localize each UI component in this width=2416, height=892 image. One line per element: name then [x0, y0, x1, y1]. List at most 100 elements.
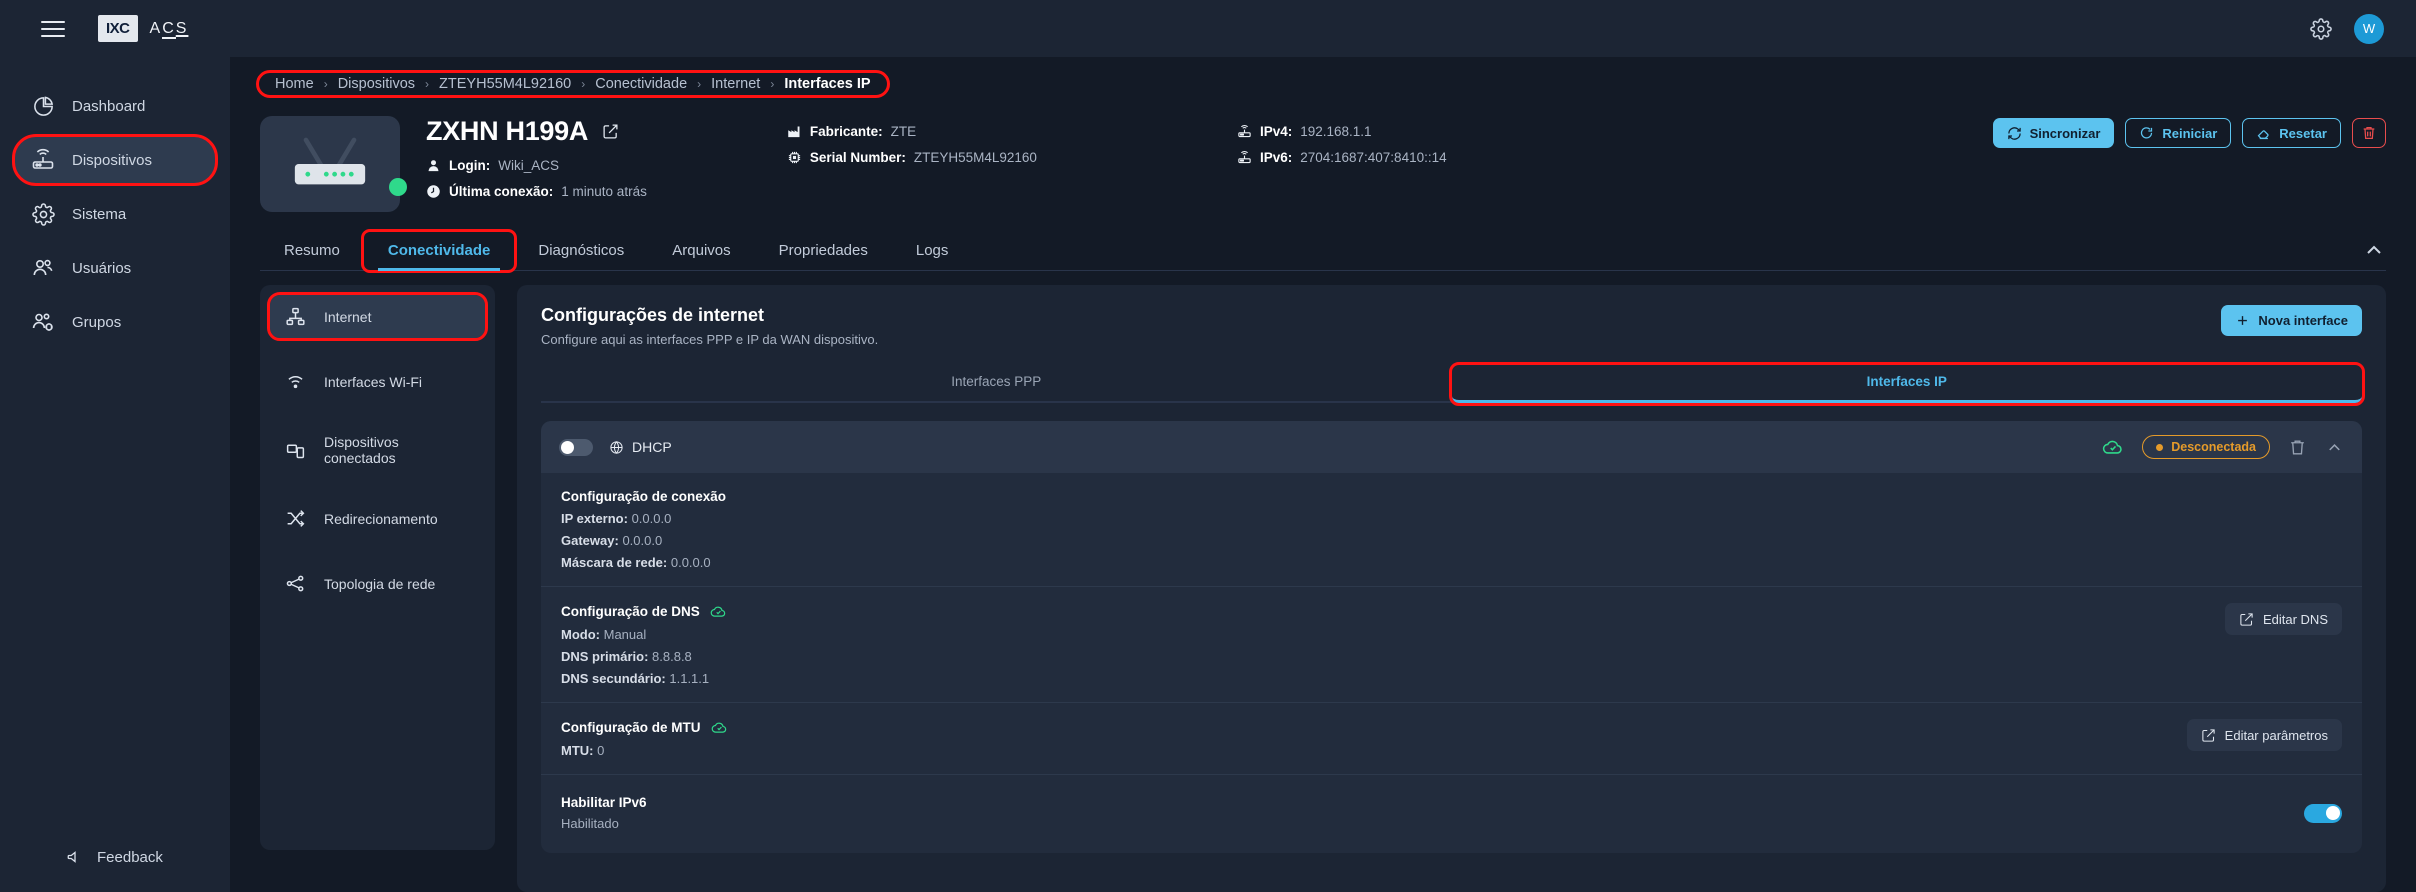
- sidebar-item-label: Sistema: [72, 205, 127, 223]
- avatar[interactable]: W: [2354, 13, 2384, 44]
- tab-label: Propriedades: [778, 242, 868, 259]
- tab-propriedades[interactable]: Propriedades: [755, 232, 892, 270]
- new-interface-button[interactable]: Nova interface: [2221, 305, 2362, 336]
- page-title: ZXHN H199A: [426, 116, 589, 146]
- sidebar-item-grupos[interactable]: Grupos: [14, 298, 216, 346]
- row-modo: Modo: Manual: [561, 627, 727, 642]
- trash-icon[interactable]: [2288, 438, 2307, 457]
- breadcrumb-item-serial[interactable]: ZTEYH55M4L92160: [439, 76, 571, 92]
- device-hardware-info: Fabricante: ZTE Serial Number: ZTEYH55M4…: [787, 116, 1037, 199]
- row-key: DNS secundário:: [561, 671, 666, 686]
- last-connection-value: 1 minuto atrás: [561, 184, 647, 199]
- sidebar-item-label: Grupos: [72, 313, 122, 331]
- breadcrumb-item-conectividade[interactable]: Conectividade: [595, 76, 687, 92]
- row-value: 0.0.0.0: [631, 511, 672, 526]
- subnav-item-topologia-de-rede[interactable]: Topologia de rede: [270, 562, 485, 605]
- restart-button[interactable]: Reiniciar: [2125, 118, 2232, 148]
- section-title: Habilitar IPv6: [561, 795, 647, 810]
- edit-parameters-button[interactable]: Editar parâmetros: [2186, 719, 2342, 751]
- cloud-check-icon: [2103, 440, 2122, 454]
- new-interface-label: Nova interface: [2258, 313, 2348, 328]
- row-dns-primario: DNS primário: 8.8.8.8: [561, 649, 727, 664]
- subnav-item-interfaces-wifi[interactable]: Interfaces Wi-Fi: [270, 360, 485, 403]
- chevron-up-icon[interactable]: [2325, 438, 2344, 457]
- interface-enable-toggle[interactable]: [559, 438, 593, 456]
- feedback-button[interactable]: Feedback: [0, 844, 230, 870]
- row-key: Máscara de rede:: [561, 555, 668, 570]
- sidebar-item-label: Usuários: [72, 259, 132, 277]
- status-dot: [2156, 443, 2164, 451]
- status-badge: Desconectada: [2142, 435, 2270, 459]
- panel-title: Configurações de internet: [541, 305, 765, 325]
- tab-resumo[interactable]: Resumo: [260, 232, 364, 270]
- device-actions: Sincronizar Reiniciar Resetar: [1992, 116, 2386, 199]
- section-title: Configuração de DNS: [561, 604, 700, 619]
- clock-icon: [427, 185, 440, 198]
- row-ip-externo: IP externo: 0.0.0.0: [561, 511, 726, 526]
- row-key: Gateway:: [561, 533, 619, 548]
- sidebar-item-usuarios[interactable]: Usuários: [14, 244, 216, 292]
- status-online-dot: [389, 178, 407, 196]
- tab-conectividade[interactable]: Conectividade: [360, 229, 518, 273]
- device-header: ZXHN H199A Login: Wiki_ACS Última conexã…: [230, 106, 2416, 273]
- breadcrumb-item-internet[interactable]: Internet: [711, 76, 760, 92]
- ipv6-toggle[interactable]: [2304, 803, 2342, 823]
- tab-label: Arquivos: [672, 242, 731, 259]
- reset-button[interactable]: Resetar: [2242, 118, 2341, 148]
- restart-icon: [2141, 126, 2153, 138]
- tab-arquivos[interactable]: Arquivos: [648, 232, 754, 270]
- manufacturer-label: Fabricante:: [809, 124, 883, 139]
- subnav-item-dispositivos-conectados[interactable]: Dispositivos conectados: [270, 425, 485, 475]
- sidebar-item-dispositivos[interactable]: Dispositivos: [12, 134, 218, 186]
- hamburger-icon[interactable]: [36, 12, 70, 46]
- factory-icon: [788, 126, 800, 138]
- subnav-item-redirecionamento[interactable]: Redirecionamento: [270, 497, 485, 540]
- pencil-square-icon: [2202, 728, 2215, 742]
- section-title-row: Configuração de MTU: [561, 719, 728, 736]
- interface-name: DHCP: [609, 439, 672, 455]
- tab-interfaces-ip[interactable]: Interfaces IP: [1448, 362, 2365, 406]
- tab-logs[interactable]: Logs: [892, 232, 973, 270]
- megaphone-icon: [66, 844, 84, 870]
- topology-icon: [284, 573, 306, 595]
- feedback-label: Feedback: [97, 848, 163, 866]
- subnav-item-internet[interactable]: Internet: [267, 292, 488, 341]
- edit-dns-label: Editar DNS: [2262, 611, 2328, 627]
- breadcrumb-item-home[interactable]: Home: [275, 76, 314, 92]
- sidebar-item-dashboard[interactable]: Dashboard: [14, 82, 216, 130]
- tab-diagnosticos[interactable]: Diagnósticos: [514, 232, 648, 270]
- ipv6-status-text: Habilitado: [561, 816, 619, 831]
- sidebar-item-sistema[interactable]: Sistema: [14, 190, 216, 238]
- row-key: MTU:: [561, 743, 594, 758]
- tab-interfaces-ppp[interactable]: Interfaces PPP: [541, 365, 1452, 403]
- sync-label: Sincronizar: [2029, 125, 2101, 141]
- breadcrumb-item-dispositivos[interactable]: Dispositivos: [338, 76, 415, 92]
- gear-icon[interactable]: [2310, 17, 2332, 40]
- sync-button[interactable]: Sincronizar: [1992, 118, 2115, 148]
- edit-dns-button[interactable]: Editar DNS: [2224, 603, 2342, 635]
- row-key: Modo:: [561, 627, 600, 642]
- interface-card-header: DHCP Desconectada: [541, 421, 2362, 473]
- trash-icon: [2363, 127, 2375, 139]
- devices-icon: [284, 439, 306, 461]
- pie-chart-icon: [30, 93, 56, 119]
- chevron-double-up-icon[interactable]: [2362, 238, 2386, 262]
- chevron-right-icon: ›: [697, 77, 702, 91]
- pencil-square-icon[interactable]: [602, 123, 619, 140]
- row-value: 1.1.1.1: [669, 671, 710, 686]
- device-identity: ZXHN H199A Login: Wiki_ACS Última conexã…: [426, 116, 647, 199]
- chevron-right-icon: ›: [425, 77, 430, 91]
- sidebar: Dashboard Dispositivos Sistema Usuários …: [0, 57, 230, 892]
- section-title-row: Configuração de DNS: [561, 603, 727, 620]
- device-manufacturer: Fabricante: ZTE: [787, 124, 1037, 139]
- interface-type-tabs: Interfaces PPP Interfaces IP: [541, 362, 2365, 406]
- row-value: 0: [597, 743, 605, 758]
- delete-device-button[interactable]: [2352, 118, 2386, 148]
- cloud-check-icon: [711, 722, 726, 733]
- ipv6-value: 2704:1687:407:8410::14: [1300, 150, 1447, 165]
- globe-icon: [610, 440, 623, 454]
- row-value: 8.8.8.8: [652, 649, 692, 664]
- manufacturer-value: ZTE: [890, 124, 917, 139]
- device-ipv4: IPv4: 192.168.1.1: [1237, 124, 1447, 139]
- login-label: Login:: [449, 158, 491, 173]
